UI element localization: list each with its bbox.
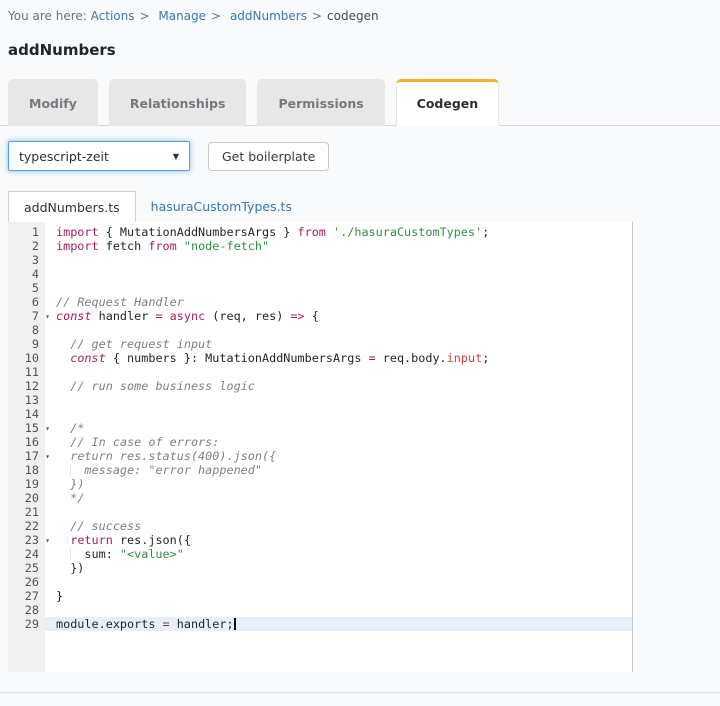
code-line[interactable]: return res.json({ <box>45 533 632 547</box>
bottom-divider <box>0 692 720 693</box>
code-line[interactable]: }) <box>45 477 632 491</box>
code-line[interactable]: return res.status(400).json({ <box>45 449 632 463</box>
code-line[interactable] <box>45 365 632 379</box>
code-line[interactable]: } <box>45 589 632 603</box>
code-line[interactable]: */ <box>45 491 632 505</box>
tab-codegen[interactable]: Codegen <box>396 79 500 126</box>
get-boilerplate-button[interactable]: Get boilerplate <box>208 142 329 171</box>
fold-toggle-icon[interactable]: ▾ <box>45 310 50 324</box>
gutter-line-number: 4 <box>8 267 45 281</box>
breadcrumb-separator: > <box>211 9 221 23</box>
code-line[interactable]: import fetch from "node-fetch" <box>45 239 632 253</box>
code-line[interactable] <box>45 281 632 295</box>
gutter-line-number: 6 <box>8 295 45 309</box>
code-line[interactable]: const handler = async (req, res) => { <box>45 309 632 323</box>
code-line[interactable]: const { numbers }: MutationAddNumbersArg… <box>45 351 632 365</box>
code-line[interactable] <box>45 505 632 519</box>
fold-toggle-icon[interactable]: ▾ <box>45 450 50 464</box>
code-line[interactable] <box>45 407 632 421</box>
code-line[interactable]: // run some business logic <box>45 379 632 393</box>
breadcrumb-link-manage[interactable]: Manage <box>158 9 206 23</box>
gutter-line-number: 28 <box>8 603 45 617</box>
gutter-line-number: 2 <box>8 239 45 253</box>
gutter-line-number: 23▾ <box>8 533 45 547</box>
code-line[interactable] <box>45 393 632 407</box>
gutter-line-number: 20 <box>8 491 45 505</box>
framework-select-value: typescript-zeit <box>19 149 109 164</box>
page-title: addNumbers <box>8 41 116 59</box>
code-line[interactable]: import { MutationAddNumbersArgs } from '… <box>45 225 632 239</box>
framework-select[interactable]: typescript-zeit ▼ <box>8 141 190 171</box>
gutter-line-number: 12 <box>8 379 45 393</box>
gutter-line-number: 24 <box>8 547 45 561</box>
main-tabs: ModifyRelationshipsPermissions Codegen <box>0 79 720 126</box>
code-line[interactable]: // get request input <box>45 337 632 351</box>
breadcrumb-separator: > <box>312 9 322 23</box>
chevron-down-icon: ▼ <box>173 152 179 161</box>
gutter-line-number: 25 <box>8 561 45 575</box>
code-line[interactable]: module.exports = handler; <box>45 617 632 631</box>
gutter-line-number: 3 <box>8 253 45 267</box>
fold-toggle-icon[interactable]: ▾ <box>45 422 50 436</box>
codegen-toolbar: typescript-zeit ▼ Get boilerplate <box>8 141 329 171</box>
gutter-line-number: 13 <box>8 393 45 407</box>
gutter-line-number: 22 <box>8 519 45 533</box>
code-line[interactable] <box>45 603 632 617</box>
editor-code-area[interactable]: import { MutationAddNumbersArgs } from '… <box>45 222 632 672</box>
code-line[interactable]: // In case of errors: <box>45 435 632 449</box>
gutter-line-number: 27 <box>8 589 45 603</box>
breadcrumb: You are here: Actions > Manage > addNumber… <box>8 9 379 23</box>
code-line[interactable]: /* <box>45 421 632 435</box>
code-line[interactable]: // success <box>45 519 632 533</box>
editor-gutter: 1234567▾89101112131415▾1617▾181920212223… <box>8 222 45 672</box>
code-line[interactable]: // Request Handler <box>45 295 632 309</box>
gutter-line-number: 9 <box>8 337 45 351</box>
tab-permissions[interactable]: Permissions <box>257 79 384 126</box>
code-editor[interactable]: 1234567▾89101112131415▾1617▾181920212223… <box>8 222 633 672</box>
gutter-line-number: 10 <box>8 351 45 365</box>
gutter-line-number: 18 <box>8 463 45 477</box>
breadcrumb-current: codegen <box>327 9 379 23</box>
indent-guide <box>70 464 71 476</box>
gutter-line-number: 14 <box>8 407 45 421</box>
breadcrumb-link-actions[interactable]: Actions <box>91 9 135 23</box>
code-line[interactable] <box>45 323 632 337</box>
file-tabs: addNumbers.tshasuraCustomTypes.ts <box>8 191 307 222</box>
code-line[interactable] <box>45 575 632 589</box>
text-cursor <box>234 618 236 630</box>
code-line[interactable]: message: "error happened" <box>45 463 632 477</box>
gutter-line-number: 16 <box>8 435 45 449</box>
code-line[interactable]: }) <box>45 561 632 575</box>
gutter-line-number: 19 <box>8 477 45 491</box>
fold-toggle-icon[interactable]: ▾ <box>45 534 50 548</box>
gutter-line-number: 1 <box>8 225 45 239</box>
gutter-line-number: 5 <box>8 281 45 295</box>
code-line[interactable] <box>45 253 632 267</box>
tab-relationships[interactable]: Relationships <box>109 79 247 126</box>
breadcrumb-prefix: You are here: <box>8 9 87 23</box>
gutter-line-number: 17▾ <box>8 449 45 463</box>
breadcrumb-separator: > <box>139 9 149 23</box>
file-tab-hasuracustomtypes-ts[interactable]: hasuraCustomTypes.ts <box>136 191 307 222</box>
code-line[interactable]: sum: "<value>" <box>45 547 632 561</box>
tab-modify[interactable]: Modify <box>8 79 98 126</box>
gutter-line-number: 21 <box>8 505 45 519</box>
gutter-line-number: 26 <box>8 575 45 589</box>
breadcrumb-link-addnumbers[interactable]: addNumbers <box>230 9 307 23</box>
indent-guide <box>70 548 71 560</box>
gutter-line-number: 8 <box>8 323 45 337</box>
gutter-line-number: 29 <box>8 617 45 631</box>
code-line[interactable] <box>45 267 632 281</box>
gutter-line-number: 7▾ <box>8 309 45 323</box>
gutter-line-number: 11 <box>8 365 45 379</box>
gutter-line-number: 15▾ <box>8 421 45 435</box>
file-tab-addnumbers-ts[interactable]: addNumbers.ts <box>8 191 136 222</box>
